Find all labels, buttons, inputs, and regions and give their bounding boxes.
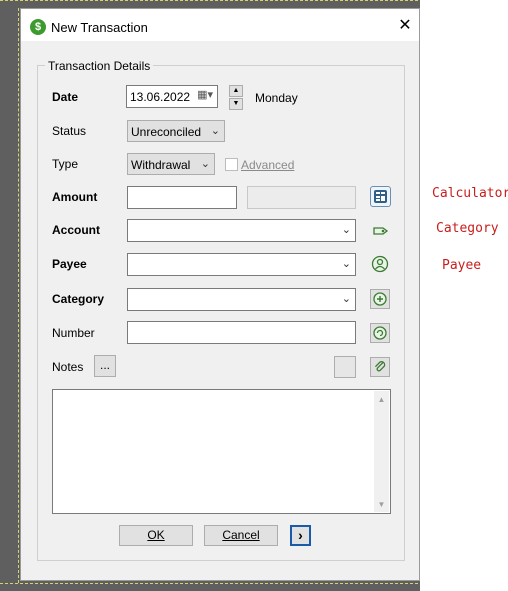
number-label: Number bbox=[52, 326, 95, 340]
advanced-checkbox[interactable] bbox=[225, 158, 238, 171]
type-value: Withdrawal bbox=[131, 158, 191, 172]
refresh-icon-glyph bbox=[373, 326, 387, 340]
refresh-icon[interactable] bbox=[370, 323, 390, 343]
payee-select[interactable]: ⌄ bbox=[127, 253, 356, 276]
date-picker[interactable]: 13.06.2022 ▦▾ bbox=[126, 85, 218, 108]
paperclip-icon[interactable] bbox=[370, 357, 390, 377]
tag-icon[interactable] bbox=[370, 221, 390, 241]
close-button[interactable]: ✕ bbox=[393, 15, 417, 37]
tag-icon-glyph bbox=[373, 227, 389, 235]
paperclip-icon-glyph bbox=[375, 361, 386, 372]
number-input[interactable] bbox=[127, 321, 356, 344]
notes-scrollbar[interactable]: ▲ ▼ bbox=[374, 391, 389, 512]
amount-label: Amount bbox=[52, 190, 98, 204]
status-value: Unreconciled bbox=[131, 125, 202, 139]
date-value: 13.06.2022 bbox=[130, 90, 191, 104]
category-select[interactable]: ⌄ bbox=[127, 288, 356, 311]
spin-down-icon[interactable]: ▼ bbox=[229, 98, 243, 110]
chevron-down-icon: ⌄ bbox=[341, 258, 351, 270]
amount-input[interactable] bbox=[127, 186, 237, 209]
calculator-icon-glyph bbox=[374, 190, 387, 203]
frame-dash-left bbox=[18, 8, 19, 583]
user-icon-glyph bbox=[371, 255, 389, 273]
status-label: Status bbox=[52, 124, 87, 138]
type-select[interactable]: Withdrawal ⌄ bbox=[127, 153, 215, 175]
type-label: Type bbox=[52, 157, 79, 171]
chevron-down-icon: ⌄ bbox=[210, 125, 220, 137]
amount-converted-input bbox=[247, 186, 356, 209]
chevron-down-icon: ⌄ bbox=[341, 224, 351, 236]
notes-more-button[interactable]: ... bbox=[94, 355, 116, 377]
add-icon-glyph bbox=[373, 292, 387, 306]
category-label: Category bbox=[52, 292, 105, 306]
add-icon[interactable] bbox=[370, 289, 390, 309]
scroll-up-icon[interactable]: ▲ bbox=[374, 395, 389, 404]
annotation-category: Category bbox=[436, 221, 499, 236]
ok-label: OK bbox=[147, 528, 165, 542]
notes-label: Notes bbox=[52, 360, 84, 374]
date-label: Date bbox=[52, 90, 79, 104]
status-select[interactable]: Unreconciled ⌄ bbox=[127, 120, 225, 142]
title-bar: $ New Transaction ✕ bbox=[21, 9, 419, 41]
notes-textarea[interactable]: ▲ ▼ bbox=[52, 389, 391, 514]
spin-up-icon[interactable]: ▲ bbox=[229, 85, 243, 97]
group-title: Transaction Details bbox=[45, 59, 154, 73]
cancel-label: Cancel bbox=[222, 528, 260, 542]
annotation-payee: Payee bbox=[442, 258, 482, 273]
date-spinner[interactable]: ▲ ▼ bbox=[229, 85, 243, 110]
account-label: Account bbox=[52, 223, 100, 237]
calculator-icon[interactable] bbox=[370, 186, 391, 207]
next-button[interactable]: › bbox=[290, 525, 311, 546]
window-title: New Transaction bbox=[51, 20, 148, 35]
user-icon[interactable] bbox=[370, 254, 390, 274]
chevron-down-icon: ⌄ bbox=[200, 158, 210, 170]
chevron-down-icon: ⌄ bbox=[341, 293, 351, 305]
weekday-label: Monday bbox=[255, 91, 298, 105]
advanced-label: Advanced bbox=[241, 158, 295, 172]
calendar-icon[interactable]: ▦▾ bbox=[197, 88, 213, 101]
ok-button[interactable]: OK bbox=[119, 525, 193, 546]
payee-label: Payee bbox=[52, 257, 87, 271]
cancel-button[interactable]: Cancel bbox=[204, 525, 278, 546]
annotation-calculator: Calculator bbox=[432, 186, 508, 201]
annotation-area bbox=[420, 0, 508, 591]
new-transaction-dialog: $ New Transaction ✕ Transaction Details … bbox=[20, 8, 420, 581]
account-select[interactable]: ⌄ bbox=[127, 219, 356, 242]
scroll-down-icon[interactable]: ▼ bbox=[374, 500, 389, 509]
color-button[interactable] bbox=[334, 356, 356, 378]
app-dollar-icon: $ bbox=[30, 19, 46, 35]
